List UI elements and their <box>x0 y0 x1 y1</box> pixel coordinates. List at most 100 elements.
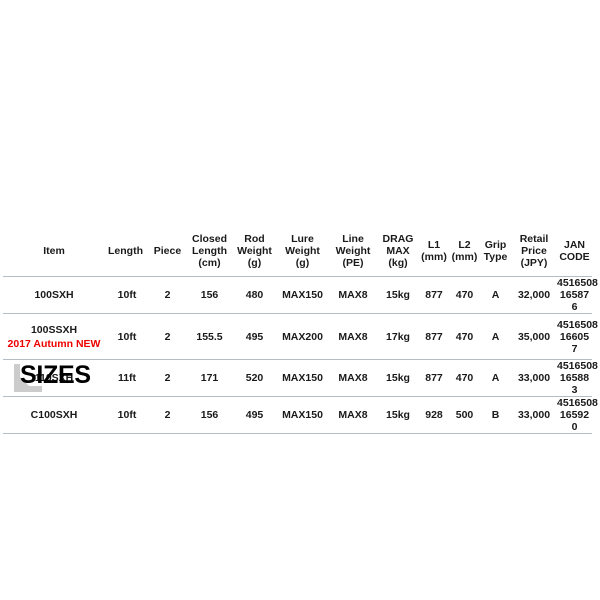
cell-line-weight: MAX8 <box>329 359 377 397</box>
header-line: (PE) <box>342 257 364 269</box>
cell-l1: 928 <box>419 396 449 434</box>
cell-grip-type: B <box>480 396 511 434</box>
cell-retail-price: 32,000 <box>511 276 557 314</box>
cell-retail-price: 33,000 <box>511 359 557 397</box>
cell-piece: 2 <box>149 276 186 314</box>
header-line: (g) <box>247 257 262 269</box>
cell-item: 100SXH <box>3 276 105 314</box>
header-line: Closed <box>191 233 227 245</box>
cell-length: 10ft <box>105 396 149 434</box>
col-header-retail-price: Retail Price (JPY) <box>511 228 557 277</box>
cell-item: C100SXH <box>3 396 105 434</box>
table-row: 110SXH 11ft 2 171 520 MAX150 MAX8 15kg 8… <box>3 359 598 397</box>
header-line: (cm) <box>198 257 221 269</box>
header-line: Piece <box>153 245 182 257</box>
header-line: Grip <box>484 239 507 251</box>
table-row: 100SSXH 2017 Autumn NEW 10ft 2 155.5 495… <box>3 313 598 360</box>
table-body: 100SXH 10ft 2 156 480 MAX150 MAX8 15kg 8… <box>3 276 598 434</box>
cell-jan-code: 4516508 16587 6 <box>557 276 598 314</box>
cell-drag-max: 15kg <box>377 276 419 314</box>
cell-grip-type: A <box>480 276 511 314</box>
cell-lure-weight: MAX150 <box>276 359 329 397</box>
table-header: Item Length Piece Closed Length (cm) Rod <box>3 228 592 277</box>
cell-line-weight: MAX8 <box>329 313 377 360</box>
header-line: (mm) <box>451 251 478 263</box>
header-line: Type <box>483 251 508 263</box>
cell-length: 10ft <box>105 276 149 314</box>
col-header-closed-length: Closed Length (cm) <box>186 228 233 277</box>
item-name: 100SXH <box>34 289 74 301</box>
cell-closed-length: 171 <box>186 359 233 397</box>
cell-closed-length: 155.5 <box>186 313 233 360</box>
col-header-length: Length <box>105 228 149 277</box>
col-header-jan-code: JAN CODE <box>557 228 592 277</box>
cell-retail-price: 35,000 <box>511 313 557 360</box>
cell-rod-weight: 480 <box>233 276 276 314</box>
cell-lure-weight: MAX150 <box>276 396 329 434</box>
col-header-item: Item <box>3 228 105 277</box>
cell-lure-weight: MAX150 <box>276 276 329 314</box>
item-name: C100SXH <box>30 409 78 421</box>
header-line: L2 <box>458 239 471 251</box>
col-header-piece: Piece <box>149 228 186 277</box>
header-line: Lure <box>291 233 314 245</box>
header-line: Weight <box>237 245 272 257</box>
sizes-section-header: SIZES <box>0 178 600 397</box>
cell-length: 11ft <box>105 359 149 397</box>
col-header-drag-max: DRAG MAX (kg) <box>377 228 419 277</box>
cell-l1: 877 <box>419 359 449 397</box>
cell-l2: 500 <box>449 396 480 434</box>
header-line: L1 <box>427 239 441 251</box>
cell-line-weight: MAX8 <box>329 276 377 314</box>
cell-closed-length: 156 <box>186 276 233 314</box>
col-header-line-weight: Line Weight (PE) <box>329 228 377 277</box>
cell-closed-length: 156 <box>186 396 233 434</box>
cell-drag-max: 17kg <box>377 313 419 360</box>
cell-jan-code: 4516508 16592 0 <box>557 396 598 434</box>
cell-l1: 877 <box>419 313 449 360</box>
spec-table: Item Length Piece Closed Length (cm) Rod <box>3 228 598 434</box>
cell-rod-weight: 520 <box>233 359 276 397</box>
cell-l2: 470 <box>449 313 480 360</box>
header-line: Length <box>108 245 143 257</box>
cell-jan-code: 4516508 16605 7 <box>557 313 598 360</box>
header-line: MAX <box>386 245 410 257</box>
table-row: 100SXH 10ft 2 156 480 MAX150 MAX8 15kg 8… <box>3 276 598 314</box>
cell-grip-type: A <box>480 359 511 397</box>
header-line: DRAG <box>382 233 414 245</box>
page-root: SIZES Item Length Piece Closed Length (c… <box>0 0 600 600</box>
cell-piece: 2 <box>149 313 186 360</box>
header-line: Length <box>192 245 227 257</box>
cell-length: 10ft <box>105 313 149 360</box>
cell-l1: 877 <box>419 276 449 314</box>
header-line: (g) <box>295 257 310 269</box>
header-line: (mm) <box>421 251 447 263</box>
header-line: JAN CODE <box>559 239 590 263</box>
cell-line-weight: MAX8 <box>329 396 377 434</box>
cell-l2: 470 <box>449 276 480 314</box>
cell-rod-weight: 495 <box>233 396 276 434</box>
header-line: Price <box>521 245 547 257</box>
col-header-l2: L2 (mm) <box>449 228 480 277</box>
cell-drag-max: 15kg <box>377 359 419 397</box>
cell-lure-weight: MAX200 <box>276 313 329 360</box>
col-header-grip-type: Grip Type <box>480 228 511 277</box>
cell-retail-price: 33,000 <box>511 396 557 434</box>
cell-item: 100SSXH 2017 Autumn NEW <box>3 313 105 360</box>
header-line: Item <box>43 245 65 257</box>
header-line: (kg) <box>388 257 408 269</box>
header-line: Weight <box>285 245 320 257</box>
page-title: SIZES <box>20 361 91 389</box>
cell-l2: 470 <box>449 359 480 397</box>
header-line: Line <box>342 233 364 245</box>
cell-piece: 2 <box>149 359 186 397</box>
header-line: Weight <box>335 245 371 257</box>
cell-drag-max: 15kg <box>377 396 419 434</box>
spec-table-container: Item Length Piece Closed Length (cm) Rod <box>3 228 598 434</box>
header-line: Retail <box>519 233 549 245</box>
status-badge: 2017 Autumn NEW <box>7 337 101 350</box>
col-header-rod-weight: Rod Weight (g) <box>233 228 276 277</box>
table-row: C100SXH 10ft 2 156 495 MAX150 MAX8 15kg … <box>3 396 598 434</box>
header-line: Rod <box>244 233 265 245</box>
cell-grip-type: A <box>480 313 511 360</box>
